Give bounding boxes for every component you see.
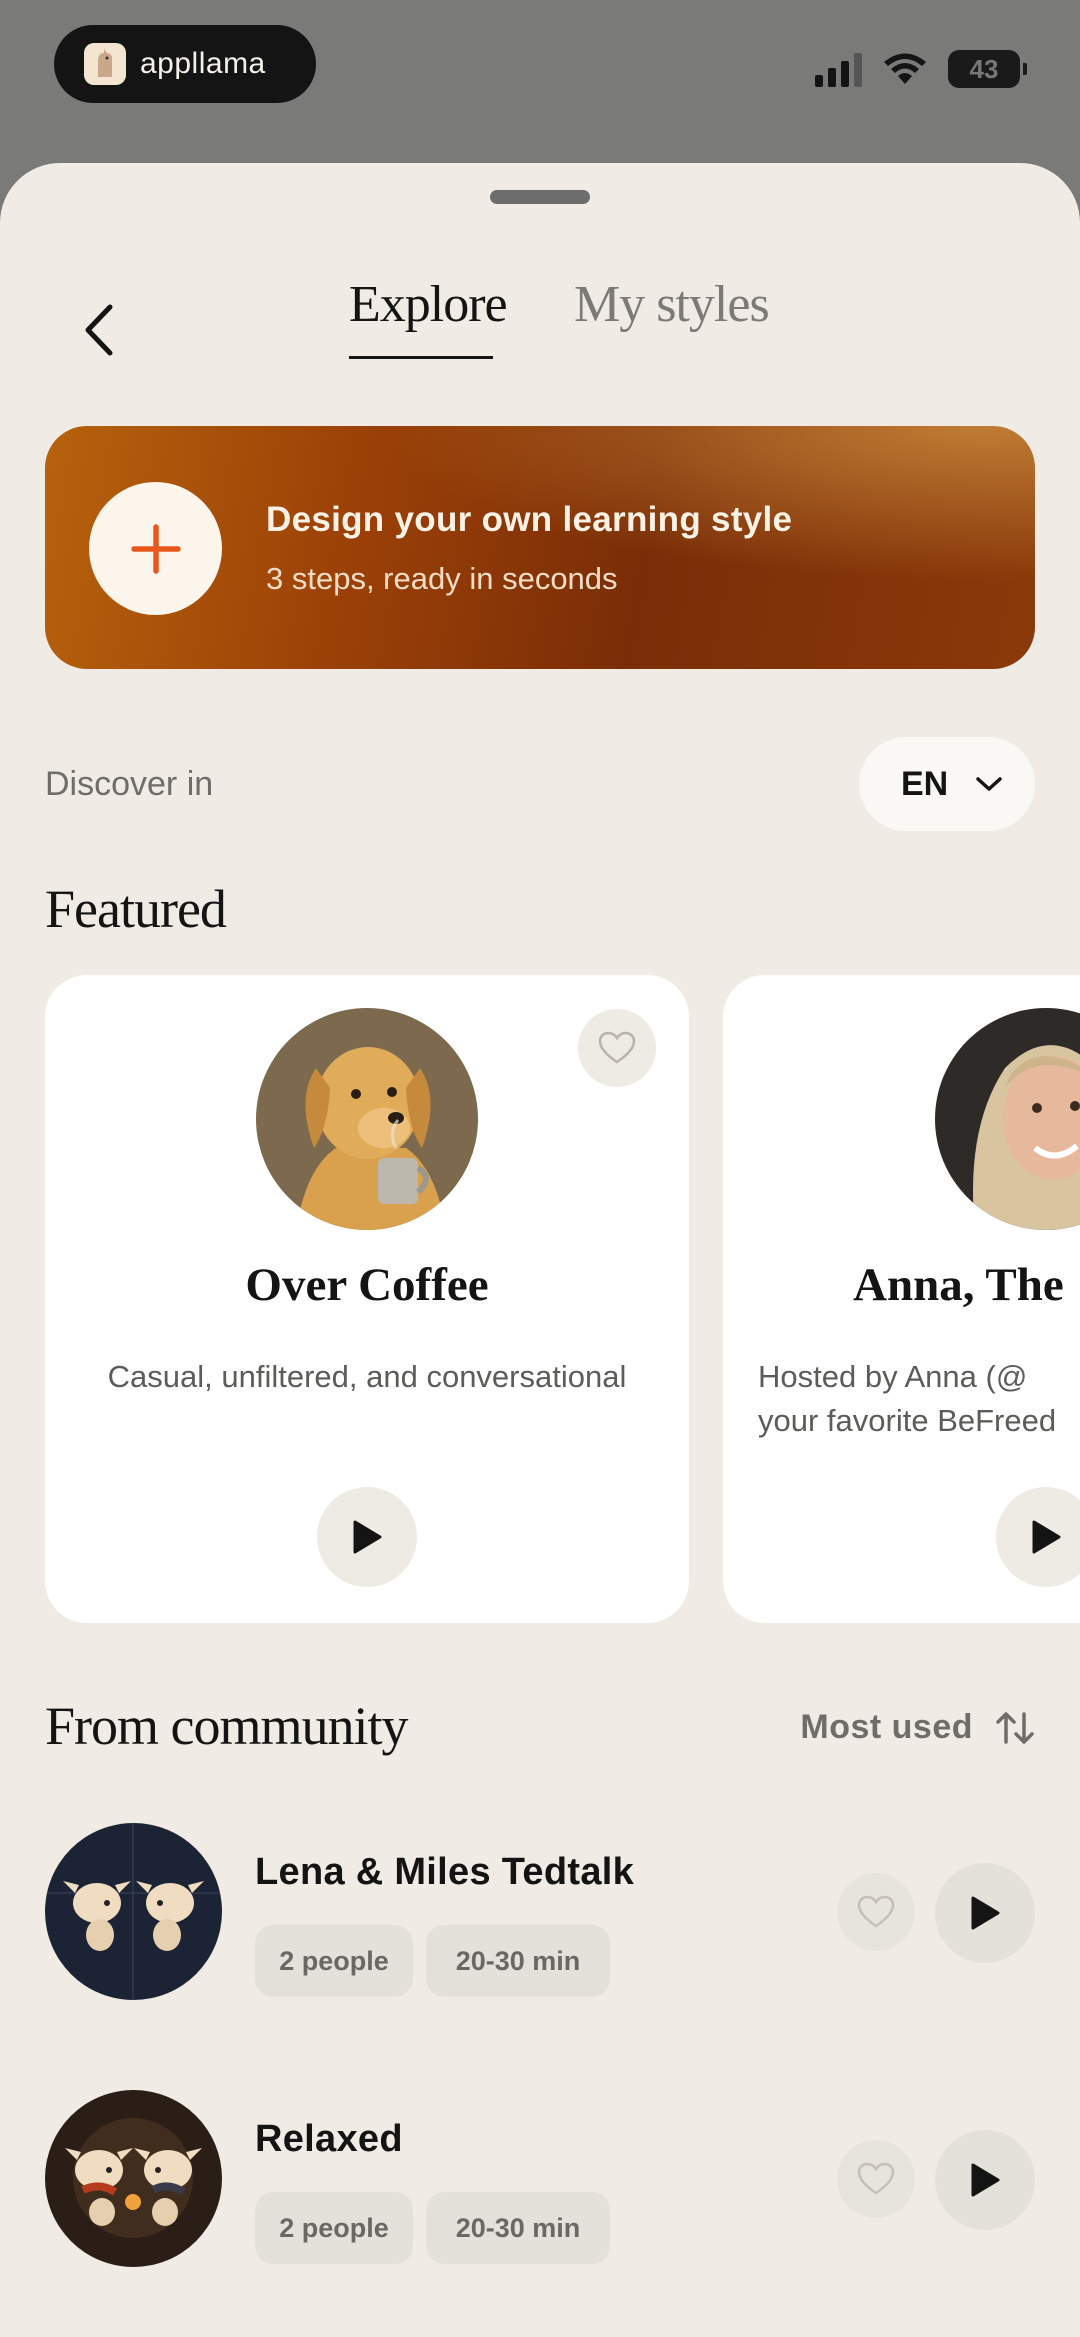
sheet-grabber[interactable] — [490, 190, 590, 204]
card-description-line: your favorite BeFreed — [758, 1403, 1057, 1438]
discover-label: Discover in — [45, 765, 214, 803]
add-style-button[interactable] — [89, 482, 222, 615]
play-button[interactable] — [935, 1863, 1035, 1963]
featured-card[interactable]: Over Coffee Casual, unfiltered, and conv… — [45, 975, 689, 1623]
list-item[interactable]: Lena & Miles Tedtalk 2 people 20-30 min — [45, 1823, 1035, 2003]
heart-icon — [857, 1895, 895, 1928]
card-title: Anna, The — [853, 1259, 1064, 1311]
sort-label: Most used — [800, 1708, 973, 1746]
llama-logo-icon — [84, 43, 126, 85]
card-description: Hosted by Anna (@ your favorite BeFreed — [758, 1355, 1056, 1443]
status-bar: appllama 43 — [0, 0, 1080, 160]
battery-icon: 43 — [948, 50, 1027, 88]
item-title: Relaxed — [255, 2118, 403, 2160]
play-icon — [353, 1520, 382, 1554]
banner-subtitle: 3 steps, ready in seconds — [266, 561, 618, 596]
people-chip: 2 people — [255, 2192, 413, 2264]
play-icon — [1032, 1520, 1061, 1554]
llama-pair-avatar — [45, 1823, 222, 2000]
heart-icon — [857, 2162, 895, 2195]
chevron-left-icon — [85, 304, 113, 356]
golden-retriever-avatar — [256, 1008, 478, 1230]
sort-arrows-icon — [996, 1711, 1034, 1744]
plus-icon — [130, 523, 181, 574]
duration-chip: 20-30 min — [426, 1925, 610, 1997]
banner-title: Design your own learning style — [266, 500, 793, 539]
card-description: Casual, unfiltered, and conversational — [107, 1359, 627, 1394]
bottom-sheet: Explore My styles Design your own learni… — [0, 163, 1080, 2337]
design-style-banner[interactable]: Design your own learning style 3 steps, … — [45, 426, 1035, 669]
play-button[interactable] — [996, 1487, 1080, 1587]
play-icon — [971, 2163, 1000, 2197]
app-name: appllama — [140, 47, 266, 80]
featured-card[interactable]: Anna, The Hosted by Anna (@ your favorit… — [723, 975, 1080, 1623]
language-value: EN — [901, 764, 949, 803]
heart-icon — [598, 1031, 636, 1064]
duration-chip: 20-30 min — [426, 2192, 610, 2264]
play-button[interactable] — [317, 1487, 417, 1587]
status-icons: 43 — [815, 50, 1027, 88]
favorite-button[interactable] — [578, 1009, 656, 1087]
community-heading: From community — [45, 1696, 408, 1756]
chevron-down-icon — [976, 777, 1002, 791]
woman-photo-avatar — [935, 1008, 1080, 1230]
play-icon — [971, 1896, 1000, 1930]
battery-level: 43 — [969, 53, 999, 84]
sort-button[interactable]: Most used — [800, 1708, 1035, 1747]
item-title: Lena & Miles Tedtalk — [255, 1851, 635, 1893]
favorite-button[interactable] — [837, 2140, 915, 2218]
back-button[interactable] — [66, 298, 130, 362]
wifi-icon — [884, 53, 926, 84]
card-title: Over Coffee — [245, 1259, 489, 1311]
active-tab-indicator — [349, 356, 493, 359]
language-select[interactable]: EN — [859, 737, 1035, 831]
tab-explore[interactable]: Explore — [349, 275, 508, 334]
tab-my-styles[interactable]: My styles — [574, 275, 770, 334]
app-indicator-pill[interactable]: appllama — [54, 25, 316, 103]
favorite-button[interactable] — [837, 1873, 915, 1951]
llama-pair-avatar — [45, 2090, 222, 2267]
play-button[interactable] — [935, 2130, 1035, 2230]
signal-icon — [815, 51, 862, 87]
featured-heading: Featured — [45, 879, 227, 939]
people-chip: 2 people — [255, 1925, 413, 1997]
list-item[interactable]: Relaxed 2 people 20-30 min — [45, 2090, 1035, 2270]
card-description-line: Hosted by Anna (@ — [758, 1359, 1028, 1394]
